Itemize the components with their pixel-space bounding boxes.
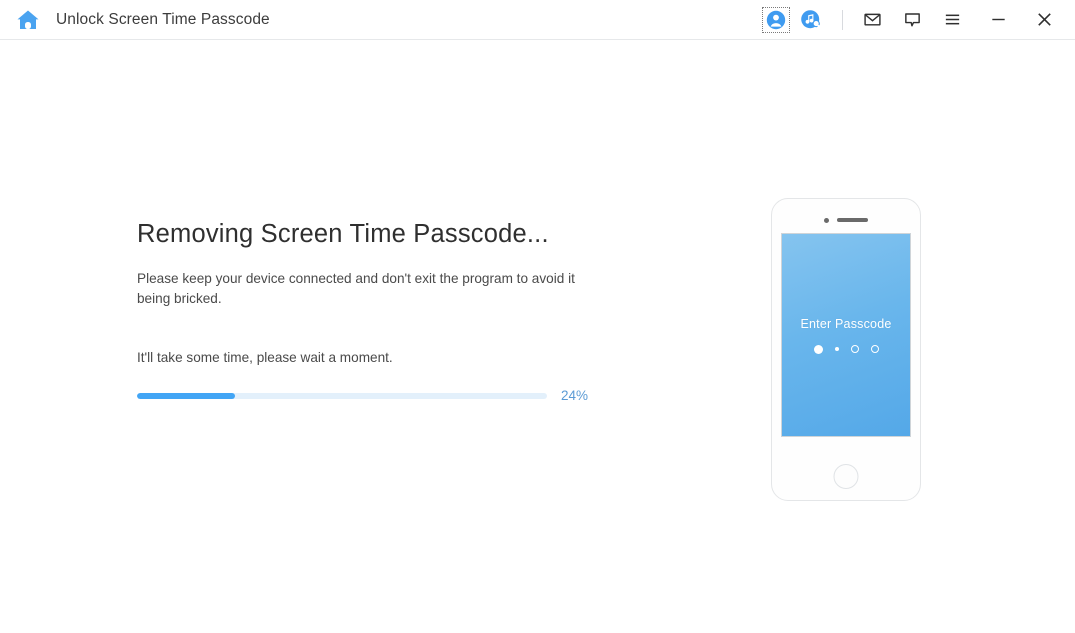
progress-percent-label: 24% (561, 388, 588, 403)
passcode-dot-2 (835, 347, 839, 351)
passcode-dots (814, 345, 879, 354)
feedback-icon[interactable] (897, 5, 927, 35)
phone-mockup: Enter Passcode (771, 198, 921, 501)
progress-row: 24% (137, 388, 607, 403)
home-icon[interactable] (14, 6, 42, 34)
minimize-icon[interactable] (983, 5, 1013, 35)
phone-screen: Enter Passcode (781, 233, 911, 437)
account-icon[interactable] (762, 7, 790, 33)
passcode-dot-3 (851, 345, 859, 353)
titlebar-actions (762, 0, 1075, 39)
title-bar: Unlock Screen Time Passcode (0, 0, 1075, 40)
progress-bar-fill (137, 393, 235, 399)
phone-speaker (837, 218, 868, 222)
wait-text: It'll take some time, please wait a mome… (137, 350, 607, 365)
page-title: Removing Screen Time Passcode... (137, 220, 607, 249)
phone-home-button (834, 464, 859, 489)
passcode-dot-4 (871, 345, 879, 353)
main-content: Removing Screen Time Passcode... Please … (0, 40, 1075, 633)
phone-top-bar (772, 216, 920, 224)
toolbar-divider (842, 10, 843, 30)
music-search-icon[interactable] (796, 5, 826, 35)
passcode-dot-1 (814, 345, 823, 354)
mail-icon[interactable] (857, 5, 887, 35)
status-panel: Removing Screen Time Passcode... Please … (137, 220, 607, 403)
enter-passcode-label: Enter Passcode (800, 317, 891, 331)
description-text: Please keep your device connected and do… (137, 269, 589, 309)
phone-camera-icon (824, 218, 829, 223)
app-title: Unlock Screen Time Passcode (56, 11, 270, 29)
close-icon[interactable] (1029, 5, 1059, 35)
progress-bar (137, 393, 547, 399)
hamburger-menu-icon[interactable] (937, 5, 967, 35)
